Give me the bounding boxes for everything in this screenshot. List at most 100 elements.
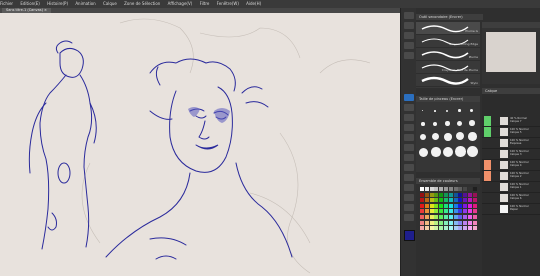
- color-swatch[interactable]: [434, 215, 439, 219]
- color-swatch[interactable]: [439, 215, 444, 219]
- color-swatch[interactable]: [472, 203, 477, 208]
- menu-calque[interactable]: Calque: [103, 0, 117, 8]
- size-dot[interactable]: [468, 132, 477, 141]
- size-dot[interactable]: [446, 110, 448, 112]
- color-swatch[interactable]: [439, 220, 444, 225]
- color-swatch[interactable]: [463, 220, 468, 225]
- operation-tool-icon[interactable]: [404, 32, 414, 39]
- color-swatch[interactable]: [429, 209, 434, 214]
- layer-item[interactable]: 100 % Normal Papier: [482, 204, 540, 215]
- gradient-tool-icon[interactable]: [404, 164, 414, 171]
- layer-item[interactable]: 40 % Normal Calque 7: [482, 116, 540, 127]
- color-swatch[interactable]: [458, 215, 463, 219]
- color-swatch[interactable]: [448, 226, 453, 231]
- color-swatch[interactable]: [424, 209, 429, 214]
- color-swatch[interactable]: [472, 187, 477, 191]
- zoom-tool-icon[interactable]: [404, 12, 414, 19]
- color-swatch[interactable]: [420, 187, 424, 191]
- color-swatch[interactable]: [472, 226, 477, 231]
- brush-item[interactable]: Crayon Pilling Edge: [416, 35, 480, 48]
- color-swatch[interactable]: [420, 220, 424, 225]
- color-swatch[interactable]: [468, 209, 472, 214]
- brush-item[interactable]: Crayon G Mou de Plume: [416, 61, 480, 74]
- size-dot[interactable]: [467, 146, 478, 157]
- color-swatch[interactable]: [458, 192, 463, 197]
- color-swatch[interactable]: [444, 192, 448, 197]
- menu-affichage[interactable]: Affichage(V): [168, 0, 193, 8]
- color-swatch[interactable]: [420, 209, 424, 214]
- color-swatch[interactable]: [420, 198, 424, 203]
- color-swatch[interactable]: [453, 192, 458, 197]
- color-swatch[interactable]: [448, 187, 453, 191]
- color-swatch[interactable]: [458, 226, 463, 231]
- size-dot[interactable]: [458, 109, 461, 112]
- size-dot[interactable]: [433, 122, 437, 126]
- color-swatch[interactable]: [448, 192, 453, 197]
- brush-item[interactable]: Plume G: [416, 22, 480, 35]
- color-swatch[interactable]: [472, 198, 477, 203]
- color-swatch[interactable]: [444, 226, 448, 231]
- color-swatch[interactable]: [448, 215, 453, 219]
- color-swatch[interactable]: [458, 187, 463, 191]
- color-swatch[interactable]: [444, 203, 448, 208]
- brush-tool-icon[interactable]: [404, 114, 414, 121]
- color-swatch[interactable]: [439, 198, 444, 203]
- color-swatch[interactable]: [429, 203, 434, 208]
- color-swatch[interactable]: [439, 203, 444, 208]
- color-swatch[interactable]: [453, 198, 458, 203]
- layer-item[interactable]: 100 % Normal Calque 4: [482, 160, 540, 171]
- main-color-swatch[interactable]: [404, 230, 415, 241]
- color-swatch[interactable]: [439, 209, 444, 214]
- menu-animation[interactable]: Animation: [75, 0, 95, 8]
- size-dot[interactable]: [422, 110, 423, 111]
- color-swatch[interactable]: [429, 187, 434, 191]
- color-swatch[interactable]: [468, 220, 472, 225]
- frame-tool-icon[interactable]: [404, 184, 414, 191]
- color-swatch[interactable]: [468, 203, 472, 208]
- color-swatch[interactable]: [468, 226, 472, 231]
- size-dot[interactable]: [469, 120, 475, 126]
- color-swatch[interactable]: [448, 203, 453, 208]
- layer-item[interactable]: 100 % Normal Esquisse: [482, 138, 540, 149]
- menu-fichier[interactable]: Fichier: [0, 0, 13, 8]
- color-swatch[interactable]: [453, 203, 458, 208]
- move-tool-icon[interactable]: [404, 22, 414, 29]
- eraser-tool-icon[interactable]: [404, 134, 414, 141]
- color-swatch[interactable]: [434, 220, 439, 225]
- size-dot[interactable]: [421, 122, 425, 126]
- color-swatch[interactable]: [463, 203, 468, 208]
- color-swatch[interactable]: [472, 220, 477, 225]
- layer-item[interactable]: 100 % Normal Calque 2: [482, 171, 540, 182]
- color-swatch[interactable]: [453, 187, 458, 191]
- color-swatch[interactable]: [448, 220, 453, 225]
- color-swatch[interactable]: [463, 215, 468, 219]
- menu-edition[interactable]: Edition(E): [20, 0, 40, 8]
- color-swatch[interactable]: [434, 192, 439, 197]
- size-dot[interactable]: [456, 132, 464, 140]
- size-dot[interactable]: [444, 133, 452, 141]
- blend-tool-icon[interactable]: [404, 144, 414, 151]
- layer-item[interactable]: 100 % Normal Calque 5: [482, 127, 540, 138]
- color-swatch[interactable]: [434, 209, 439, 214]
- selection-tool-icon[interactable]: [404, 42, 414, 49]
- color-swatch[interactable]: [444, 187, 448, 191]
- color-swatch[interactable]: [463, 198, 468, 203]
- color-swatch[interactable]: [429, 220, 434, 225]
- color-swatch[interactable]: [458, 220, 463, 225]
- color-swatch[interactable]: [439, 226, 444, 231]
- color-swatch[interactable]: [472, 215, 477, 219]
- color-swatch[interactable]: [424, 215, 429, 219]
- size-dot[interactable]: [457, 121, 462, 126]
- color-swatch[interactable]: [458, 203, 463, 208]
- color-swatch[interactable]: [434, 226, 439, 231]
- size-dot[interactable]: [445, 121, 450, 126]
- color-swatch[interactable]: [448, 209, 453, 214]
- color-swatch[interactable]: [420, 215, 424, 219]
- color-swatch[interactable]: [424, 220, 429, 225]
- ruler-tool-icon[interactable]: [404, 194, 414, 201]
- color-swatch[interactable]: [424, 203, 429, 208]
- menu-selection[interactable]: Zone de Sélection: [124, 0, 160, 8]
- size-dot[interactable]: [432, 133, 439, 140]
- color-swatch[interactable]: [463, 192, 468, 197]
- color-swatch[interactable]: [453, 226, 458, 231]
